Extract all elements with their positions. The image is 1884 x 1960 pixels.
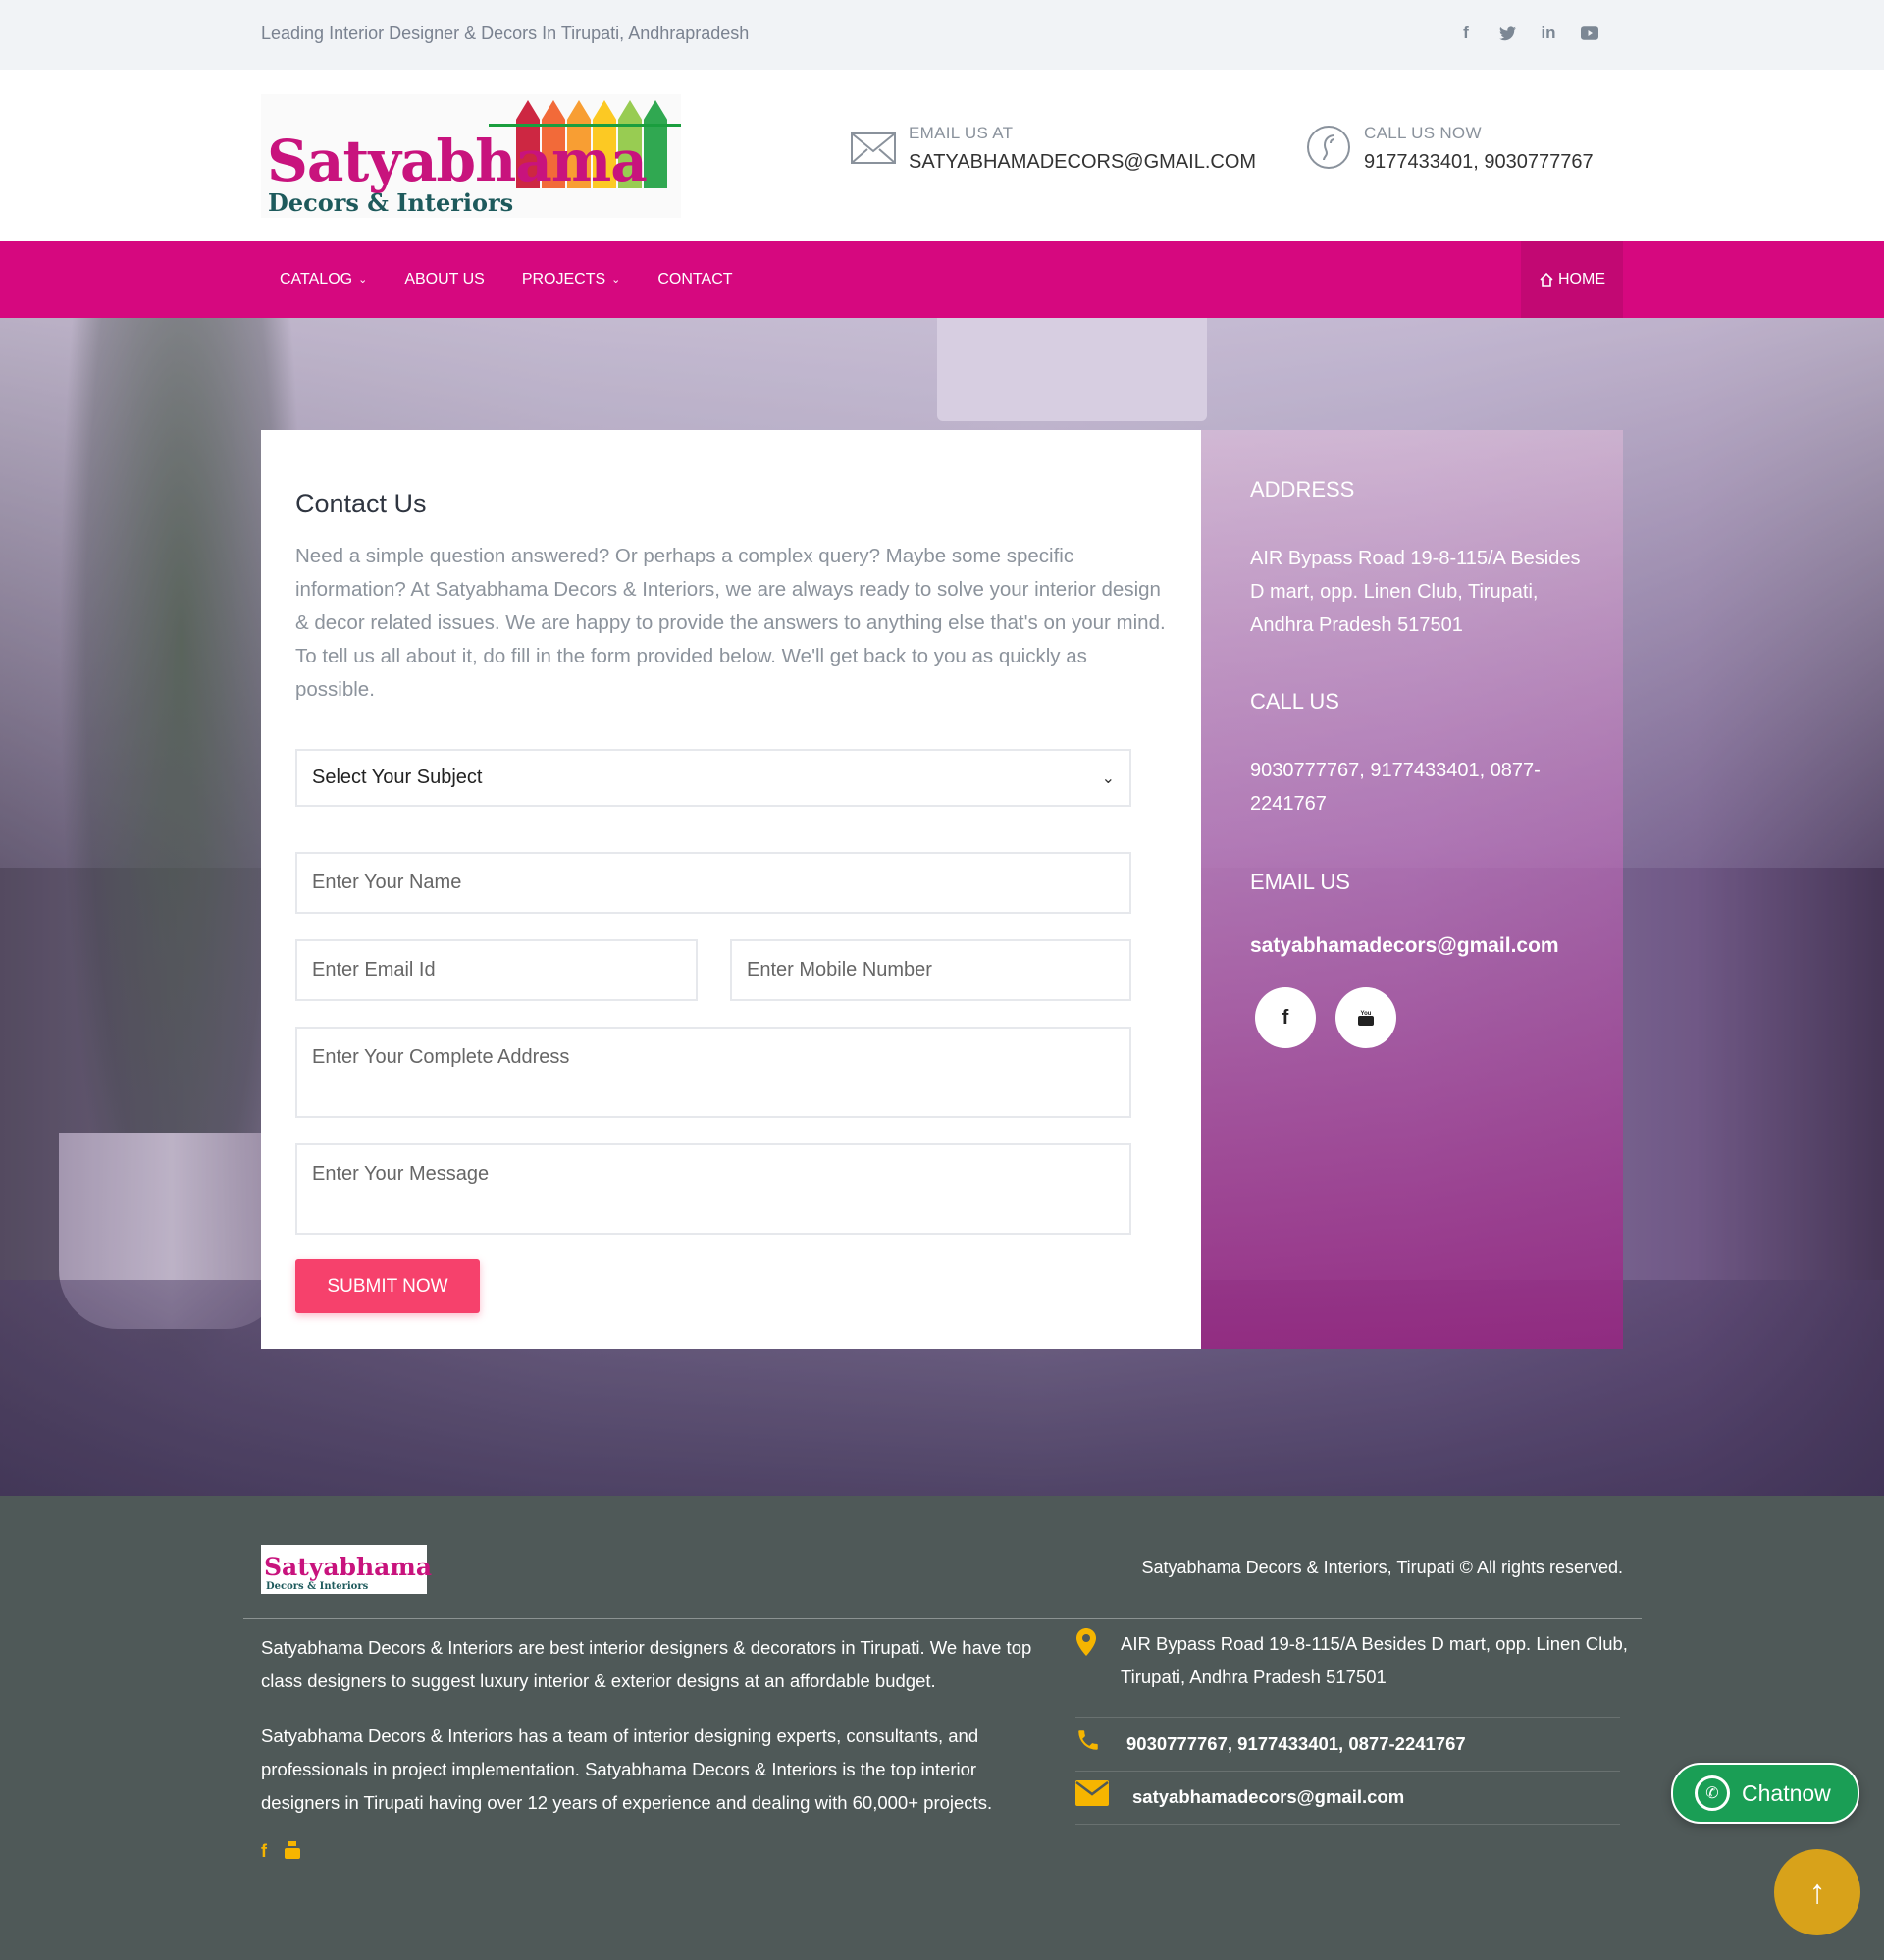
site-footer: Satyabhama Decors & Interiors Satyabhama… bbox=[0, 1496, 1884, 1960]
footer-email: satyabhamadecors@gmail.com bbox=[1075, 1780, 1404, 1814]
nav-label: CONTACT bbox=[657, 271, 733, 288]
site-logo[interactable]: Satyabhama Decors & Interiors bbox=[261, 94, 681, 218]
call-value[interactable]: 9177433401, 9030777767 bbox=[1364, 151, 1594, 174]
phone-icon bbox=[1075, 1727, 1115, 1760]
logo-subbrand-text: Decors & Interiors bbox=[268, 188, 514, 217]
copyright-text: Satyabhama Decors & Interiors, Tirupati … bbox=[1141, 1558, 1623, 1577]
contact-title: Contact Us bbox=[295, 489, 427, 518]
arrow-up-icon: ↑ bbox=[1808, 1873, 1826, 1911]
main-nav: CATALOG ⌄ ABOUT US PROJECTS ⌄ CONTACT HOME bbox=[0, 241, 1884, 318]
footer-info-divider bbox=[1075, 1717, 1620, 1718]
email-heading: EMAIL US bbox=[1250, 870, 1350, 894]
whatsapp-chat-button[interactable]: ✆ Chatnow bbox=[1671, 1763, 1859, 1824]
home-label: HOME bbox=[1558, 271, 1605, 288]
whatsapp-icon: ✆ bbox=[1695, 1775, 1730, 1811]
phone-ear-icon bbox=[1307, 126, 1350, 169]
email-value[interactable]: SATYABHAMADECORS@GMAIL.COM bbox=[909, 151, 1256, 174]
svg-text:You: You bbox=[1361, 1011, 1372, 1017]
footer-info-divider bbox=[1075, 1824, 1620, 1825]
footer-social-links: f bbox=[261, 1841, 300, 1864]
phones-text[interactable]: 9030777767, 9177433401, 0877-2241767 bbox=[1250, 754, 1584, 821]
envelope-icon bbox=[851, 132, 896, 164]
site-header: Satyabhama Decors & Interiors EMAIL US A… bbox=[0, 70, 1884, 241]
footer-email-text[interactable]: satyabhamadecors@gmail.com bbox=[1132, 1780, 1404, 1814]
linkedin-icon[interactable]: in bbox=[1539, 22, 1558, 45]
home-icon bbox=[1540, 272, 1553, 287]
header-call: CALL US NOW 9177433401, 9030777767 bbox=[1305, 124, 1594, 174]
email-input[interactable] bbox=[295, 939, 698, 1001]
nav-label: CATALOG bbox=[280, 271, 353, 288]
tagline: Leading Interior Designer & Decors In Ti… bbox=[261, 24, 750, 43]
contact-info-panel: ADDRESS AIR Bypass Road 19-8-115/A Besid… bbox=[1201, 430, 1623, 1349]
message-textarea[interactable] bbox=[295, 1143, 1131, 1235]
call-label: CALL US NOW bbox=[1364, 124, 1482, 142]
nav-label: PROJECTS bbox=[521, 271, 606, 288]
email-label: EMAIL US AT bbox=[909, 124, 1014, 142]
envelope-icon bbox=[1075, 1780, 1115, 1813]
contact-intro: Need a simple question answered? Or perh… bbox=[295, 545, 1166, 701]
footer-address: AIR Bypass Road 19-8-115/A Besides D mar… bbox=[1075, 1627, 1631, 1694]
chevron-down-icon: ⌄ bbox=[611, 273, 621, 286]
chevron-down-icon: ⌄ bbox=[1101, 769, 1115, 787]
chat-label: Chatnow bbox=[1742, 1779, 1831, 1806]
location-pin-icon bbox=[1075, 1627, 1115, 1664]
call-heading: CALL US bbox=[1250, 689, 1339, 714]
youtube-icon[interactable]: You bbox=[1335, 987, 1396, 1048]
header-email: EMAIL US AT SATYABHAMADECORS@GMAIL.COM bbox=[850, 124, 1256, 174]
nav-item-catalog[interactable]: CATALOG ⌄ bbox=[261, 271, 386, 289]
facebook-icon[interactable]: f bbox=[1456, 22, 1476, 45]
top-social-links: f in bbox=[1456, 22, 1599, 45]
contact-form-card: Contact Us Need a simple question answer… bbox=[261, 430, 1201, 1349]
footer-logo[interactable]: Satyabhama Decors & Interiors bbox=[261, 1545, 432, 1594]
footer-phones: 9030777767, 9177433401, 0877-2241767 bbox=[1075, 1727, 1466, 1761]
youtube-icon[interactable] bbox=[1580, 22, 1599, 45]
twitter-icon[interactable] bbox=[1497, 22, 1517, 45]
chevron-down-icon: ⌄ bbox=[358, 273, 368, 286]
footer-divider bbox=[243, 1618, 1642, 1619]
footer-about-para-2: Satyabhama Decors & Interiors has a team… bbox=[261, 1725, 993, 1813]
facebook-icon[interactable]: f bbox=[261, 1841, 267, 1864]
subject-select-value: Select Your Subject bbox=[312, 767, 483, 788]
name-input[interactable] bbox=[295, 852, 1131, 914]
logo-brand-text: Satyabhama bbox=[267, 128, 648, 194]
address-heading: ADDRESS bbox=[1250, 477, 1355, 502]
nav-item-contact[interactable]: CONTACT bbox=[639, 271, 751, 289]
nav-item-about-us[interactable]: ABOUT US bbox=[386, 271, 503, 289]
logo-line bbox=[489, 124, 681, 127]
submit-button[interactable]: SUBMIT NOW bbox=[295, 1259, 480, 1313]
facebook-icon[interactable]: f bbox=[1255, 987, 1316, 1048]
footer-logo-brand: Satyabhama bbox=[264, 1553, 433, 1581]
nav-label: ABOUT US bbox=[404, 271, 485, 288]
youtube-icon[interactable] bbox=[285, 1841, 300, 1864]
footer-info-divider bbox=[1075, 1771, 1620, 1772]
footer-phones-text[interactable]: 9030777767, 9177433401, 0877-2241767 bbox=[1126, 1727, 1466, 1761]
footer-about-para-1: Satyabhama Decors & Interiors are best i… bbox=[261, 1637, 1032, 1691]
address-text: AIR Bypass Road 19-8-115/A Besides D mar… bbox=[1250, 548, 1581, 636]
subject-select[interactable]: Select Your Subject ⌄ bbox=[295, 749, 1131, 807]
scroll-to-top-button[interactable]: ↑ bbox=[1774, 1849, 1860, 1935]
nav-item-projects[interactable]: PROJECTS ⌄ bbox=[503, 271, 640, 289]
footer-address-text: AIR Bypass Road 19-8-115/A Besides D mar… bbox=[1121, 1633, 1628, 1687]
footer-logo-subbrand: Decors & Interiors bbox=[266, 1581, 369, 1592]
address-textarea[interactable] bbox=[295, 1027, 1131, 1118]
mobile-input[interactable] bbox=[730, 939, 1131, 1001]
email-link[interactable]: satyabhamadecors@gmail.com bbox=[1250, 934, 1559, 958]
top-bar: Leading Interior Designer & Decors In Ti… bbox=[0, 0, 1884, 70]
nav-home-button[interactable]: HOME bbox=[1521, 241, 1623, 318]
